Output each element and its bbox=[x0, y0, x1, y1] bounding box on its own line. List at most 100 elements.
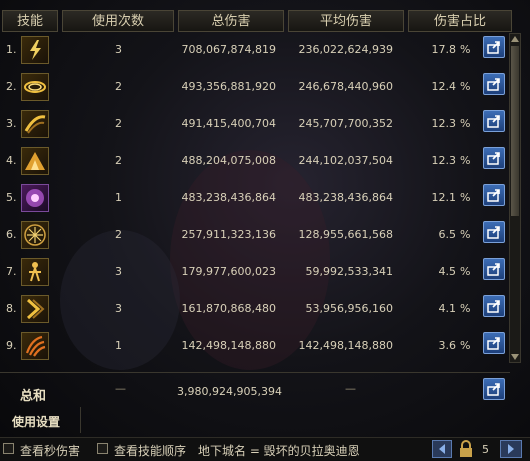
row-index: 6. bbox=[6, 228, 17, 241]
total-damage: 491,415,400,704 bbox=[181, 117, 276, 130]
damage-share: 17.8 bbox=[431, 43, 457, 56]
slash-icon bbox=[21, 110, 49, 138]
share-button[interactable] bbox=[483, 332, 505, 354]
avg-damage: 483,238,436,864 bbox=[298, 191, 393, 204]
damage-share: 12.3 bbox=[431, 154, 457, 167]
percent-sign: % bbox=[460, 43, 471, 56]
checkbox-skill-order-label[interactable]: 查看技能顺序 bbox=[114, 442, 186, 459]
share-button[interactable] bbox=[483, 110, 505, 132]
use-count: 3 bbox=[115, 43, 122, 56]
use-count: 3 bbox=[115, 302, 122, 315]
damage-share: 3.6 bbox=[438, 339, 457, 352]
total-damage: 708,067,874,819 bbox=[181, 43, 276, 56]
percent-sign: % bbox=[460, 117, 471, 130]
table-row: 7. 3 179,977,600,023 59,992,533,341 4.5% bbox=[0, 255, 510, 292]
total-damage: 257,911,323,136 bbox=[181, 228, 276, 241]
share-button[interactable] bbox=[483, 184, 505, 206]
prev-page-button[interactable] bbox=[432, 440, 452, 458]
bottom-bar: 查看秒伤害 查看技能顺序 地下城名 = 毁坏的贝拉奥迪恩 5 bbox=[0, 437, 530, 461]
table-row: 2. 2 493,356,881,920 246,678,440,960 12.4% bbox=[0, 70, 510, 107]
header-avg-damage: 平均伤害 bbox=[288, 10, 404, 32]
share-icon bbox=[487, 383, 500, 396]
damage-share: 6.5 bbox=[438, 228, 457, 241]
share-icon bbox=[487, 189, 500, 202]
avg-damage: 244,102,037,504 bbox=[298, 154, 393, 167]
total-damage: 161,870,868,480 bbox=[181, 302, 276, 315]
header-skill: 技能 bbox=[2, 10, 58, 32]
total-damage: 488,204,075,008 bbox=[181, 154, 276, 167]
table-row: 6. 2 257,911,323,136 128,955,661,568 6.5% bbox=[0, 218, 510, 255]
total-label: 总和 bbox=[20, 389, 47, 404]
lock-icon bbox=[456, 439, 476, 459]
share-icon bbox=[487, 226, 500, 239]
table-row: 8. 3 161,870,868,480 53,956,956,160 4.1% bbox=[0, 292, 510, 329]
dungeon-name: 地下城名 = 毁坏的贝拉奥迪恩 bbox=[198, 444, 360, 458]
damage-share: 12.4 bbox=[431, 80, 457, 93]
share-icon bbox=[487, 337, 500, 350]
use-count: 1 bbox=[115, 339, 122, 352]
damage-share: 4.5 bbox=[438, 265, 457, 278]
row-index: 9. bbox=[6, 339, 17, 352]
scrollbar[interactable] bbox=[509, 33, 521, 363]
share-icon bbox=[487, 152, 500, 165]
share-button[interactable] bbox=[483, 73, 505, 95]
percent-sign: % bbox=[460, 191, 471, 204]
header-total-damage: 总伤害 bbox=[178, 10, 284, 32]
total-avg: — bbox=[345, 382, 356, 395]
share-button[interactable] bbox=[483, 36, 505, 58]
chevron-strike-icon bbox=[21, 295, 49, 323]
use-count: 1 bbox=[115, 191, 122, 204]
share-button[interactable] bbox=[483, 221, 505, 243]
total-damage: 493,356,881,920 bbox=[181, 80, 276, 93]
total-damage: 483,238,436,864 bbox=[181, 191, 276, 204]
percent-sign: % bbox=[460, 154, 471, 167]
avg-damage: 53,956,956,160 bbox=[305, 302, 393, 315]
percent-sign: % bbox=[460, 265, 471, 278]
total-damage-value: 3,980,924,905,394 bbox=[177, 385, 282, 398]
settings-label[interactable]: 使用设置 bbox=[12, 413, 60, 430]
share-icon bbox=[487, 78, 500, 91]
table-row: 9. 1 142,498,148,880 142,498,148,880 3.6% bbox=[0, 329, 510, 366]
row-index: 5. bbox=[6, 191, 17, 204]
avg-damage: 59,992,533,341 bbox=[305, 265, 393, 278]
avg-damage: 246,678,440,960 bbox=[298, 80, 393, 93]
avg-damage: 142,498,148,880 bbox=[298, 339, 393, 352]
warrior-icon bbox=[21, 258, 49, 286]
right-arrow-icon bbox=[508, 444, 514, 454]
eruption-icon bbox=[21, 147, 49, 175]
checkbox-dps[interactable] bbox=[3, 443, 14, 454]
share-button[interactable] bbox=[483, 295, 505, 317]
page-number: 5 bbox=[482, 443, 489, 456]
vortex-icon bbox=[21, 73, 49, 101]
left-arrow-icon bbox=[439, 444, 445, 454]
table-row: 1. 3 708,067,874,819 236,022,624,939 17.8% bbox=[0, 33, 510, 70]
share-button[interactable] bbox=[483, 147, 505, 169]
use-count: 2 bbox=[115, 80, 122, 93]
scroll-thumb[interactable] bbox=[511, 46, 519, 216]
percent-sign: % bbox=[460, 80, 471, 93]
total-damage: 179,977,600,023 bbox=[181, 265, 276, 278]
scroll-up-arrow-icon[interactable] bbox=[511, 36, 519, 42]
header-damage-share: 伤害占比 bbox=[408, 10, 512, 32]
damage-share: 4.1 bbox=[438, 302, 457, 315]
total-share-button[interactable] bbox=[483, 378, 505, 400]
total-damage: 142,498,148,880 bbox=[181, 339, 276, 352]
share-icon bbox=[487, 300, 500, 313]
checkbox-dps-label[interactable]: 查看秒伤害 bbox=[20, 442, 80, 459]
checkbox-skill-order[interactable] bbox=[97, 443, 108, 454]
share-icon bbox=[487, 115, 500, 128]
next-page-button[interactable] bbox=[500, 440, 522, 458]
burst-icon bbox=[21, 184, 49, 212]
row-index: 8. bbox=[6, 302, 17, 315]
avg-damage: 236,022,624,939 bbox=[298, 43, 393, 56]
scroll-down-arrow-icon[interactable] bbox=[511, 354, 519, 360]
settings-area: 使用设置 bbox=[0, 407, 81, 433]
use-count: 2 bbox=[115, 228, 122, 241]
use-count: 2 bbox=[115, 117, 122, 130]
total-row: 总和 — 3,980,924,905,394 — bbox=[0, 372, 510, 405]
share-button[interactable] bbox=[483, 258, 505, 280]
damage-share: 12.1 bbox=[431, 191, 457, 204]
avg-damage: 128,955,661,568 bbox=[298, 228, 393, 241]
table-row: 5. 1 483,238,436,864 483,238,436,864 12.1% bbox=[0, 181, 510, 218]
percent-sign: % bbox=[460, 339, 471, 352]
